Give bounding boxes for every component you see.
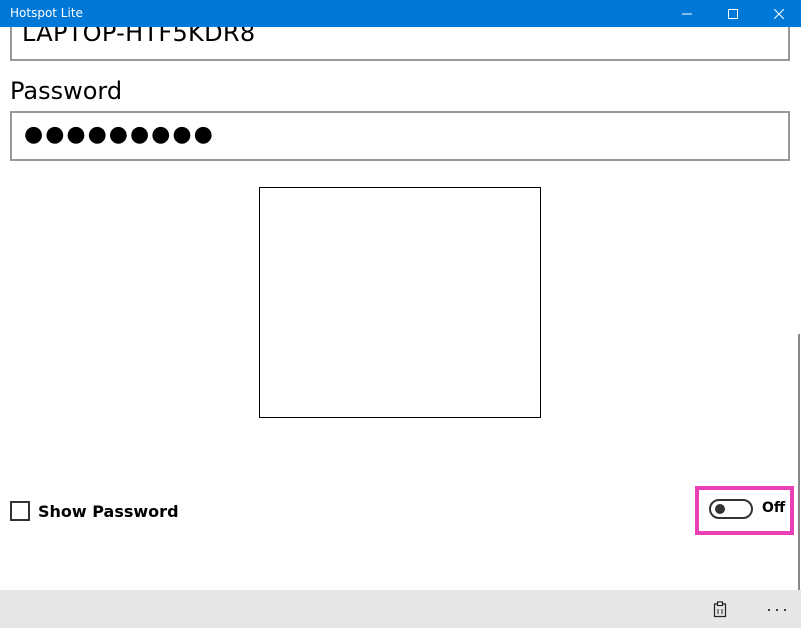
minimize-icon [682, 13, 692, 14]
show-password-option[interactable]: Show Password [10, 500, 179, 522]
hotspot-toggle-state: Off [762, 500, 786, 516]
show-password-checkbox[interactable] [10, 501, 30, 521]
close-icon [774, 8, 784, 19]
password-value: ●●●●●●●●● [24, 122, 215, 147]
toggle-knob [715, 504, 725, 514]
close-button[interactable] [756, 0, 801, 27]
hotspot-toggle-highlight: Off [695, 486, 794, 535]
ssid-input[interactable]: LAPTOP-HTF5KDR8 [10, 27, 790, 61]
qr-code-area [259, 187, 541, 418]
password-label: Password [10, 77, 123, 105]
clipboard-icon [713, 600, 727, 617]
window-title: Hotspot Lite [10, 6, 83, 20]
more-button[interactable]: ··· [758, 590, 798, 628]
more-icon: ··· [766, 598, 790, 619]
vertical-scrollbar[interactable] [798, 334, 800, 590]
app-bar: ··· [0, 590, 801, 628]
copy-button[interactable] [700, 590, 740, 628]
maximize-icon [728, 8, 738, 19]
main-content: LAPTOP-HTF5KDR8 Password ●●●●●●●●● Show … [0, 27, 801, 590]
password-input[interactable]: ●●●●●●●●● [10, 111, 790, 161]
hotspot-toggle-switch[interactable] [709, 499, 753, 519]
title-bar: Hotspot Lite [0, 0, 801, 27]
minimize-button[interactable] [664, 0, 710, 27]
maximize-button[interactable] [710, 0, 756, 27]
ssid-value: LAPTOP-HTF5KDR8 [22, 27, 256, 47]
show-password-label: Show Password [38, 501, 179, 521]
